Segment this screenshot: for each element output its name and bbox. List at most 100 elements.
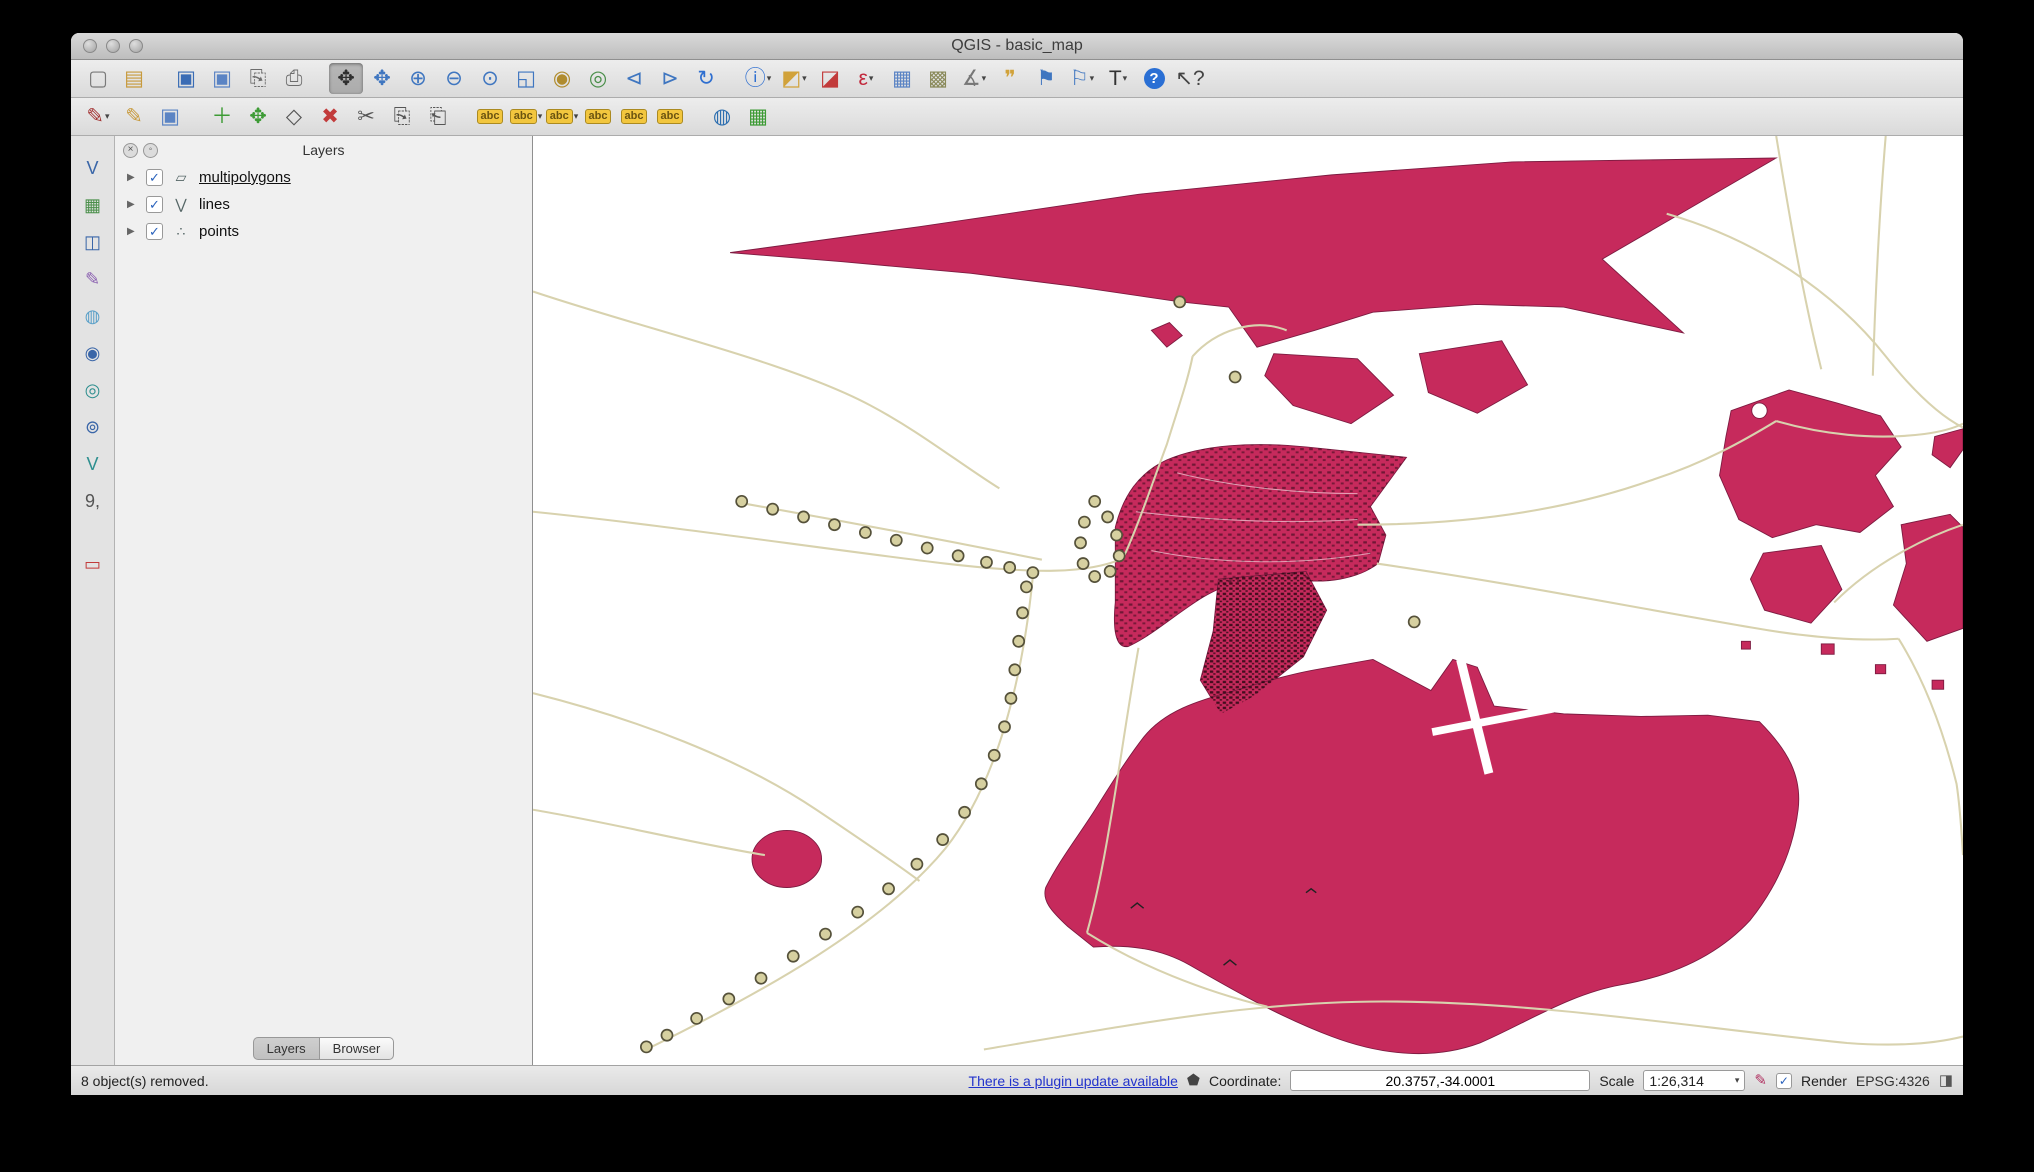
select-features-icon: ◩ xyxy=(781,68,801,89)
select-features-button[interactable]: ◩▾ xyxy=(777,63,811,94)
zoom-native-button[interactable]: ⊙ xyxy=(473,63,507,94)
identify-features-button[interactable]: ⓘ▾ xyxy=(741,63,775,94)
new-shapefile-layer-button[interactable]: ✎ xyxy=(77,265,109,293)
identify-features-dropdown-caret[interactable]: ▾ xyxy=(767,73,772,84)
zoom-button[interactable] xyxy=(129,39,143,53)
show-bookmarks-button[interactable]: ⚐▾ xyxy=(1065,63,1099,94)
add-wms-layer-button[interactable]: ◎ xyxy=(77,376,109,404)
layer-label[interactable]: multipolygons xyxy=(199,169,291,186)
label-pin-button[interactable]: abc▾ xyxy=(509,101,543,132)
save-project-button[interactable]: ▣ xyxy=(169,63,203,94)
layer-item-multipolygons[interactable]: ▶✓▱multipolygons xyxy=(115,164,532,191)
paste-features-button[interactable]: ⎗ xyxy=(421,101,455,132)
coordinate-input[interactable] xyxy=(1290,1070,1590,1091)
current-edits-button[interactable]: ✎▾ xyxy=(81,101,115,132)
layer-label[interactable]: points xyxy=(199,223,239,240)
layer-checkbox[interactable]: ✓ xyxy=(146,169,163,186)
plugin-update-link[interactable]: There is a plugin update available xyxy=(969,1073,1178,1089)
zoom-next-icon: ⊳ xyxy=(661,68,679,89)
expression-select-button[interactable]: ε▾ xyxy=(849,63,883,94)
deselect-features-button[interactable]: ◪ xyxy=(813,63,847,94)
measure-button[interactable]: ∡▾ xyxy=(957,63,991,94)
text-annotation-dropdown-caret[interactable]: ▾ xyxy=(1123,73,1128,84)
expander-icon[interactable]: ▶ xyxy=(127,226,139,237)
render-options-icon[interactable]: ✎ xyxy=(1754,1073,1767,1088)
zoom-to-selection-button[interactable]: ◉ xyxy=(545,63,579,94)
label-highlight-dropdown-caret[interactable]: ▾ xyxy=(574,111,579,122)
help-button[interactable]: ? xyxy=(1137,63,1171,94)
copy-features-button[interactable]: ⎘ xyxy=(385,101,419,132)
layer-checkbox[interactable]: ✓ xyxy=(146,223,163,240)
select-features-dropdown-caret[interactable]: ▾ xyxy=(802,73,807,84)
panel-undock-icon[interactable]: ◦ xyxy=(143,143,158,158)
panel-tab-layers[interactable]: Layers xyxy=(253,1037,319,1060)
zoom-last-button[interactable]: ⊲ xyxy=(617,63,651,94)
add-wfs-layer-button[interactable]: V xyxy=(77,450,109,478)
pan-to-selection-button[interactable]: ✥ xyxy=(365,63,399,94)
layer-item-points[interactable]: ▶✓∴points xyxy=(115,218,532,245)
pan-map-button[interactable]: ✥ xyxy=(329,63,363,94)
print-composer-button[interactable]: ⎙ xyxy=(277,63,311,94)
save-as-image-button[interactable]: ⎘ xyxy=(241,63,275,94)
expression-select-dropdown-caret[interactable]: ▾ xyxy=(869,73,874,84)
layer-label[interactable]: lines xyxy=(199,196,230,213)
label-move-button[interactable]: abc xyxy=(581,101,615,132)
openstreetmap-download-button[interactable]: ◍ xyxy=(705,101,739,132)
close-button[interactable] xyxy=(83,39,97,53)
zoom-out-button[interactable]: ⊖ xyxy=(437,63,471,94)
scale-combo[interactable]: 1:26,314 ▾ xyxy=(1643,1070,1745,1091)
node-tool-button[interactable]: ◇ xyxy=(277,101,311,132)
zoom-in-button[interactable]: ⊕ xyxy=(401,63,435,94)
crs-status-icon[interactable]: ◨ xyxy=(1939,1073,1953,1088)
status-message: 8 object(s) removed. xyxy=(81,1073,209,1089)
open-project-button[interactable]: ▤ xyxy=(117,63,151,94)
zoom-full-button[interactable]: ◱ xyxy=(509,63,543,94)
add-spatialite-layer-button[interactable]: ◍ xyxy=(77,302,109,330)
refresh-button[interactable]: ↻ xyxy=(689,63,723,94)
field-calculator-button[interactable]: ▩ xyxy=(921,63,955,94)
add-wcs-layer-button[interactable]: ⊚ xyxy=(77,413,109,441)
add-mssql-layer-button[interactable]: ◉ xyxy=(77,339,109,367)
expander-icon[interactable]: ▶ xyxy=(127,199,139,210)
show-bookmarks-dropdown-caret[interactable]: ▾ xyxy=(1090,73,1095,84)
save-project-as-button[interactable]: ▣ xyxy=(205,63,239,94)
text-annotation-button[interactable]: T▾ xyxy=(1101,63,1135,94)
toggle-editing-button[interactable]: ✎ xyxy=(117,101,151,132)
label-pin-dropdown-caret[interactable]: ▾ xyxy=(538,111,543,122)
zoom-to-layer-button[interactable]: ◎ xyxy=(581,63,615,94)
move-feature-button[interactable]: ✥ xyxy=(241,101,275,132)
add-postgis-layer-button[interactable]: ◫ xyxy=(77,228,109,256)
add-raster-layer-button[interactable]: ▦ xyxy=(77,191,109,219)
delete-selected-button[interactable]: ✖ xyxy=(313,101,347,132)
whats-this-button[interactable]: ↖? xyxy=(1173,63,1207,94)
new-bookmark-button[interactable]: ⚑ xyxy=(1029,63,1063,94)
add-delimited-text-layer-button[interactable]: 9, xyxy=(77,487,109,515)
zoom-next-button[interactable]: ⊳ xyxy=(653,63,687,94)
plugin-icon[interactable]: ⬟ xyxy=(1187,1073,1200,1088)
map-canvas[interactable] xyxy=(533,136,1963,1065)
render-checkbox[interactable]: ✓ xyxy=(1776,1073,1792,1089)
open-attribute-table-button[interactable]: ▦ xyxy=(885,63,919,94)
panel-close-icon[interactable]: × xyxy=(123,143,138,158)
layer-item-lines[interactable]: ▶✓⋁lines xyxy=(115,191,532,218)
label-change-button[interactable]: abc xyxy=(653,101,687,132)
label-highlight-button[interactable]: abc▾ xyxy=(545,101,579,132)
scale-dropdown-caret[interactable]: ▾ xyxy=(1735,1075,1740,1086)
cut-features-button[interactable]: ✂ xyxy=(349,101,383,132)
remove-annotation-button[interactable]: ▭ xyxy=(77,550,109,578)
save-layer-edits-button[interactable]: ▣ xyxy=(153,101,187,132)
minimize-button[interactable] xyxy=(106,39,120,53)
expander-icon[interactable]: ▶ xyxy=(127,172,139,183)
map-tips-button[interactable]: ❞ xyxy=(993,63,1027,94)
labeling-button[interactable]: abc xyxy=(473,101,507,132)
layer-checkbox[interactable]: ✓ xyxy=(146,196,163,213)
osm-styles-button[interactable]: ▦ xyxy=(741,101,775,132)
new-project-button[interactable]: ▢ xyxy=(81,63,115,94)
current-edits-dropdown-caret[interactable]: ▾ xyxy=(105,111,110,122)
add-feature-button[interactable]: ＋ xyxy=(205,101,239,132)
label-rotate-button[interactable]: abc xyxy=(617,101,651,132)
cut-features-icon: ✂ xyxy=(357,106,375,127)
add-vector-layer-button[interactable]: V xyxy=(77,154,109,182)
panel-tab-browser[interactable]: Browser xyxy=(319,1037,395,1060)
measure-dropdown-caret[interactable]: ▾ xyxy=(982,73,987,84)
